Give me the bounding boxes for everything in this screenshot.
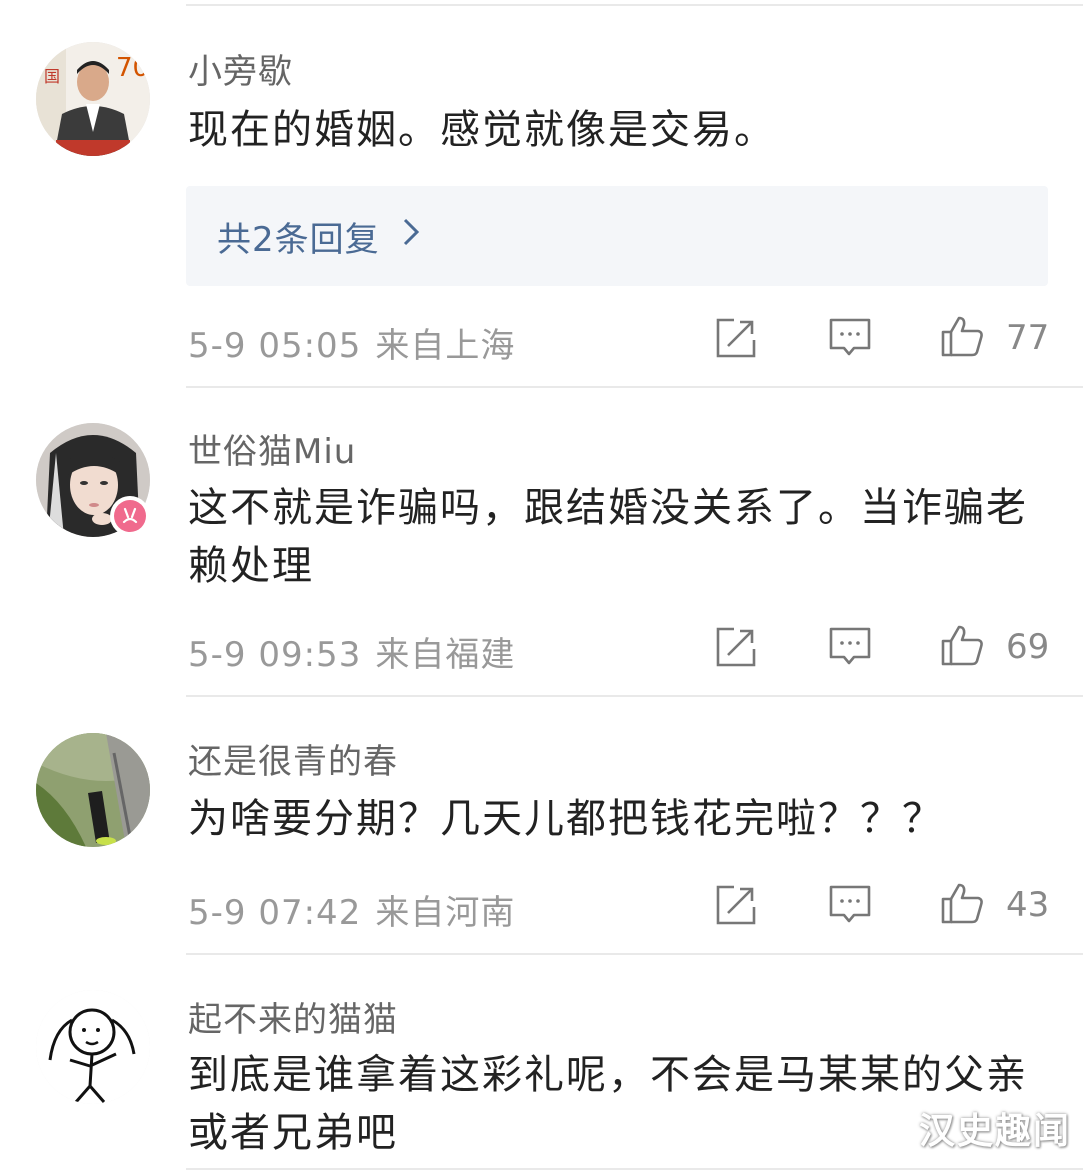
location: 来自上海 (375, 326, 516, 366)
thumbs-up-icon[interactable] (940, 881, 984, 925)
location: 来自河南 (375, 893, 516, 933)
share-icon[interactable] (714, 625, 758, 669)
timestamp: 5-9 09:53 (188, 635, 362, 675)
location: 来自福建 (375, 635, 516, 675)
avatar[interactable]: 国 70 (36, 42, 150, 156)
comment-text: 为啥要分期？几天儿都把钱花完啦？？？ (188, 796, 944, 842)
comment-text: 现在的婚姻。感觉就像是交易。 (188, 107, 776, 153)
divider (186, 953, 1083, 955)
vip-badge-icon (110, 496, 150, 536)
like-count: 69 (1006, 627, 1050, 667)
divider (186, 695, 1083, 697)
comment-text: 这不就是诈骗吗，跟结婚没关系了。当诈骗老赖处理 (188, 485, 1028, 589)
replies-box: 共2条回复 (186, 186, 1048, 286)
share-icon[interactable] (714, 883, 758, 927)
thumbs-up-icon[interactable] (940, 314, 984, 358)
comment-icon[interactable] (828, 316, 872, 360)
comment-meta: 5-9 07:42 来自河南 (188, 885, 515, 934)
chevron-right-icon (402, 217, 420, 255)
share-icon[interactable] (714, 316, 758, 360)
like-count: 43 (1006, 885, 1050, 925)
divider (186, 386, 1083, 388)
username[interactable]: 起不来的猫猫 (188, 992, 398, 1041)
divider (186, 1168, 1083, 1170)
timestamp: 5-9 07:42 (188, 893, 362, 933)
username[interactable]: 还是很青的春 (188, 734, 398, 783)
avatar[interactable] (36, 990, 150, 1104)
comment-icon[interactable] (828, 883, 872, 927)
username[interactable]: 世俗猫Miu (188, 424, 356, 473)
timestamp: 5-9 05:05 (188, 326, 362, 366)
thumbs-up-icon[interactable] (940, 623, 984, 667)
like-count: 77 (1006, 318, 1050, 358)
comment-meta: 5-9 09:53 来自福建 (188, 627, 515, 676)
view-replies-link[interactable]: 共2条回复 (217, 212, 420, 261)
top-divider (186, 4, 1083, 6)
watermark: 汉史趣闻 (918, 1111, 1071, 1152)
avatar[interactable] (36, 733, 150, 847)
comment-icon[interactable] (828, 625, 872, 669)
username[interactable]: 小旁歇 (188, 44, 293, 93)
replies-label: 共2条回复 (217, 219, 380, 260)
svg-text:70: 70 (116, 53, 149, 83)
comment-meta: 5-9 05:05 来自上海 (188, 318, 515, 367)
svg-text:国: 国 (44, 67, 60, 86)
